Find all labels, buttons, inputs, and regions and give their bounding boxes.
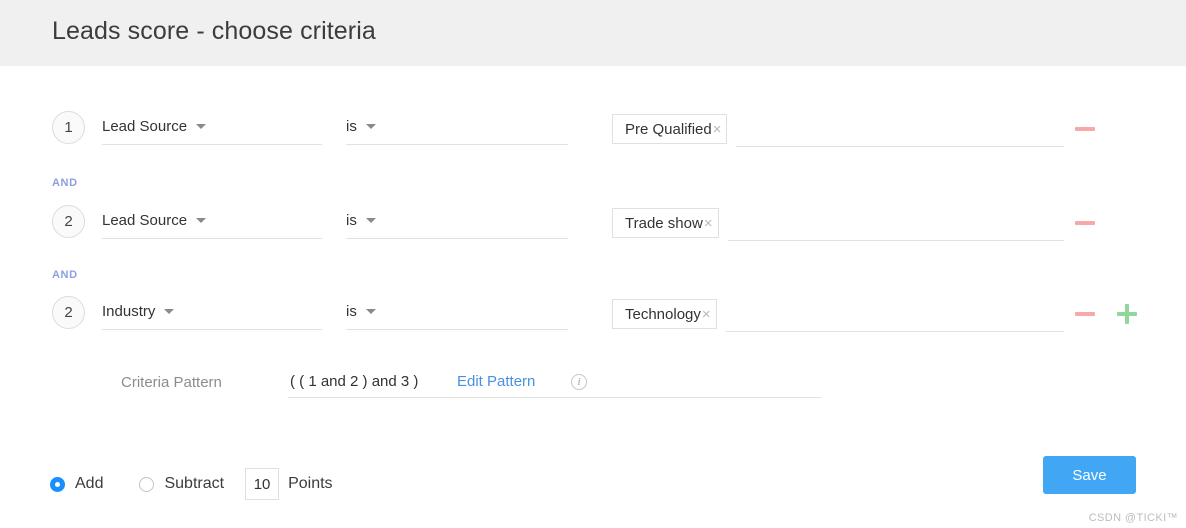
score-operation-controls: Add Subtract Points — [50, 468, 333, 500]
criteria-pattern-value: ( ( 1 and 2 ) and 3 ) — [290, 373, 419, 390]
chevron-down-icon — [164, 309, 175, 314]
close-icon[interactable]: × — [704, 216, 713, 231]
dialog-header: Leads score - choose criteria — [0, 0, 1186, 66]
value-chip-label: Pre Qualified — [625, 120, 712, 138]
criteria-attribute-value: Industry — [102, 303, 156, 320]
chevron-down-icon — [365, 124, 376, 129]
value-chip-label: Trade show — [625, 214, 703, 232]
edit-pattern-link[interactable]: Edit Pattern — [457, 373, 535, 390]
criteria-connector-and: AND — [52, 269, 78, 281]
criteria-attribute-value: Lead Source — [102, 212, 188, 229]
remove-criteria-button[interactable] — [1074, 305, 1096, 323]
criteria-value-field: Pre Qualified × — [612, 111, 1064, 147]
add-criteria-button[interactable] — [1116, 304, 1138, 324]
value-chip[interactable]: Trade show × — [612, 208, 719, 238]
chevron-down-icon — [365, 309, 376, 314]
criteria-value-input[interactable] — [725, 304, 1064, 332]
watermark: CSDN @TICKI™ — [1088, 512, 1178, 524]
value-chip[interactable]: Technology × — [612, 299, 717, 329]
value-chip-label: Technology — [625, 305, 701, 323]
info-icon[interactable]: i — [571, 374, 587, 390]
criteria-pattern-label: Criteria Pattern — [121, 374, 222, 391]
plus-icon — [1117, 304, 1137, 324]
criteria-operator-value: is — [346, 303, 357, 320]
close-icon[interactable]: × — [702, 307, 711, 322]
chevron-down-icon — [196, 218, 207, 223]
criteria-operator-value: is — [346, 212, 357, 229]
criteria-pattern-row: Criteria Pattern ( ( 1 and 2 ) and 3 ) E… — [0, 366, 1186, 406]
criteria-attribute-select[interactable]: Industry — [102, 296, 322, 330]
criteria-row-index: 2 — [52, 296, 85, 329]
criteria-value-field: Trade show × — [612, 205, 1064, 241]
close-icon[interactable]: × — [713, 122, 722, 137]
remove-criteria-button[interactable] — [1074, 120, 1096, 138]
criteria-row: 2 Lead Source is Trade show × — [0, 201, 1186, 247]
radio-add-input[interactable] — [50, 476, 65, 492]
criteria-attribute-select[interactable]: Lead Source — [102, 111, 322, 145]
criteria-row-index: 2 — [52, 205, 85, 238]
radio-option-add[interactable]: Add — [50, 475, 103, 493]
remove-criteria-button[interactable] — [1074, 214, 1096, 232]
criteria-value-input[interactable] — [727, 213, 1064, 241]
points-label: Points — [288, 475, 333, 492]
criteria-pattern-field[interactable]: ( ( 1 and 2 ) and 3 ) Edit Pattern i — [288, 368, 821, 398]
criteria-operator-select[interactable]: is — [346, 205, 568, 239]
criteria-row-index: 1 — [52, 111, 85, 144]
radio-add-label: Add — [75, 475, 104, 492]
chevron-down-icon — [365, 218, 376, 223]
page-title: Leads score - choose criteria — [52, 17, 376, 45]
radio-subtract-input[interactable] — [139, 476, 155, 492]
points-input[interactable] — [245, 468, 280, 500]
dialog-footer: Add Subtract Points Save — [0, 456, 1186, 528]
chevron-down-icon — [196, 124, 207, 129]
criteria-value-input[interactable] — [736, 119, 1064, 147]
criteria-operator-value: is — [346, 118, 357, 135]
value-chip[interactable]: Pre Qualified × — [612, 114, 728, 144]
radio-option-subtract[interactable]: Subtract — [139, 475, 224, 493]
save-button[interactable]: Save — [1043, 456, 1136, 494]
criteria-operator-select[interactable]: is — [346, 296, 568, 330]
criteria-operator-select[interactable]: is — [346, 111, 568, 145]
dialog-body: 1 Lead Source is Pre Qualified × AND 2 L… — [0, 66, 1186, 528]
criteria-attribute-value: Lead Source — [102, 118, 188, 135]
criteria-value-field: Technology × — [612, 296, 1064, 332]
radio-subtract-label: Subtract — [164, 475, 225, 492]
criteria-connector-and: AND — [52, 177, 78, 189]
criteria-row: 1 Lead Source is Pre Qualified × — [0, 107, 1186, 153]
criteria-attribute-select[interactable]: Lead Source — [102, 205, 322, 239]
criteria-row: 2 Industry is Technology × — [0, 292, 1186, 338]
